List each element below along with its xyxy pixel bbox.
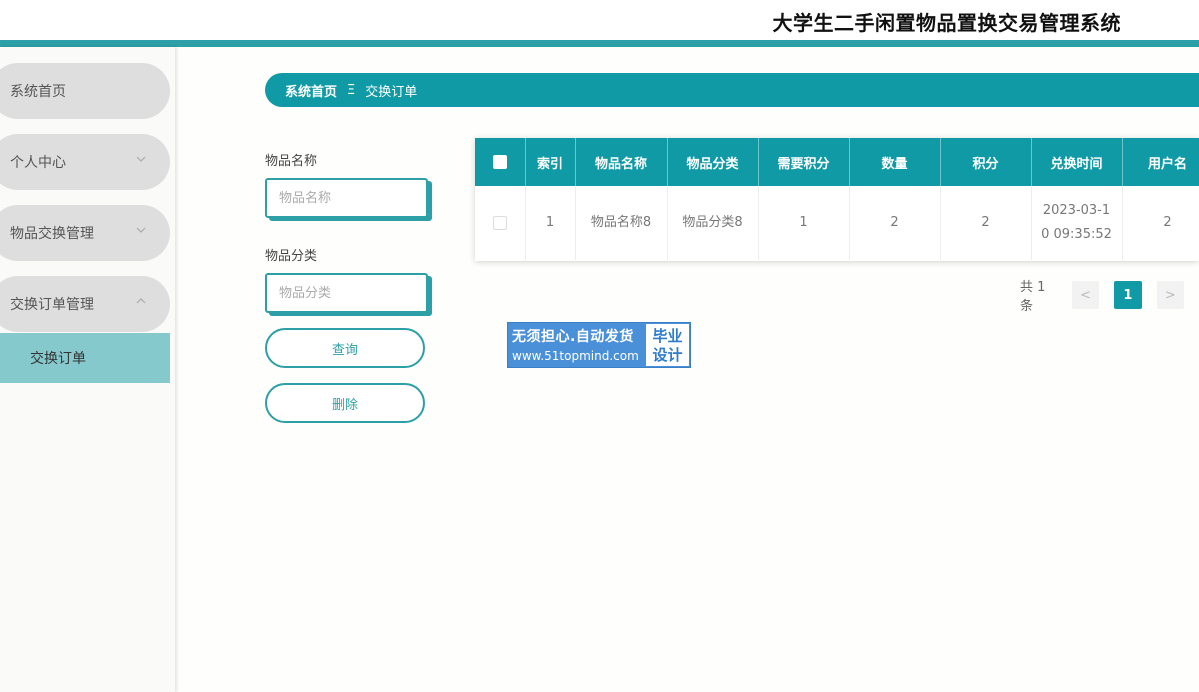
sidebar: 系统首页 个人中心 物品交换管理 交换订单管理 交换订单	[0, 47, 175, 692]
orders-table: 索引 物品名称 物品分类 需要积分 数量 积分 兑换时间 用户名 1 物品名称8…	[475, 138, 1199, 261]
chevron-down-icon	[134, 152, 148, 166]
column-header: 数量	[849, 138, 941, 186]
sidebar-item-order-management[interactable]: 交换订单管理	[0, 276, 170, 332]
query-button[interactable]: 查询	[265, 328, 425, 368]
select-all-checkbox[interactable]	[492, 155, 507, 169]
breadcrumb-separator-icon: Ξ	[347, 82, 356, 98]
watermark-badge-line1: 毕业	[652, 327, 683, 345]
sidebar-subitem-label: 交换订单	[30, 351, 86, 367]
table-cell: 2	[940, 186, 1032, 260]
column-header: 索引	[525, 138, 576, 186]
site-title: 大学生二手闲置物品置换交易管理系统	[772, 11, 1121, 35]
pagination-prev-button[interactable]: <	[1071, 281, 1100, 309]
delete-button[interactable]: 删除	[265, 383, 425, 423]
header: 大学生二手闲置物品置换交易管理系统	[0, 0, 1199, 40]
column-header: 物品分类	[667, 138, 759, 186]
chevron-up-icon	[134, 294, 148, 308]
breadcrumb-home[interactable]: 系统首页	[285, 81, 337, 100]
row-checkbox[interactable]	[492, 215, 507, 230]
category-search-input[interactable]	[265, 273, 428, 313]
header-accent-bar	[0, 40, 1199, 47]
table-cell: 1	[525, 186, 576, 260]
watermark-text: 无须担心.自动发货 www.51topmind.com	[508, 323, 645, 367]
pagination-page-button[interactable]: 1	[1114, 281, 1142, 309]
breadcrumb: 系统首页 Ξ 交换订单	[265, 73, 1199, 107]
pagination-total: 共 1 条	[1020, 280, 1046, 314]
table-row: 1 物品名称8 物品分类8 1 2 2 2023-03-10 09:35:52 …	[475, 186, 1199, 260]
sidebar-item-item-exchange[interactable]: 物品交换管理	[0, 205, 170, 261]
watermark-line1: 无须担心.自动发货	[512, 329, 634, 345]
table-cell: 1	[758, 186, 850, 260]
row-select-cell	[475, 186, 526, 260]
column-header: 积分	[940, 138, 1032, 186]
table-header-row: 索引 物品名称 物品分类 需要积分 数量 积分 兑换时间 用户名	[475, 138, 1199, 186]
name-search-input[interactable]	[265, 178, 428, 218]
sidebar-item-label: 系统首页	[10, 84, 66, 100]
sidebar-item-home[interactable]: 系统首页	[0, 63, 170, 119]
column-header: 兑换时间	[1031, 138, 1123, 186]
table-cell: 物品名称8	[575, 186, 668, 260]
category-field-label: 物品分类	[265, 249, 318, 264]
table-cell: 物品分类8	[667, 186, 759, 260]
watermark-banner: 无须担心.自动发货 www.51topmind.com 毕业 设计	[507, 322, 691, 368]
table-cell: 2	[1122, 186, 1199, 260]
name-field-label: 物品名称	[265, 154, 318, 169]
table-cell: 2023-03-10 09:35:52	[1031, 186, 1123, 260]
watermark-badge: 毕业 设计	[646, 324, 689, 366]
chevron-down-icon	[134, 223, 148, 237]
breadcrumb-current: 交换订单	[365, 84, 418, 100]
sidebar-item-label: 个人中心	[10, 155, 66, 171]
watermark-badge-line2: 设计	[652, 346, 683, 364]
column-header: 需要积分	[758, 138, 850, 186]
column-header: 物品名称	[575, 138, 668, 186]
pagination: 共 1 条 < 1 >	[1020, 280, 1199, 314]
sidebar-item-personal-center[interactable]: 个人中心	[0, 134, 170, 190]
sidebar-item-label: 物品交换管理	[10, 226, 94, 242]
watermark-line2: www.51topmind.com	[512, 349, 639, 363]
sidebar-item-label: 交换订单管理	[10, 297, 94, 313]
select-all-cell	[475, 138, 526, 186]
pagination-next-button[interactable]: >	[1156, 281, 1185, 309]
table-cell: 2	[849, 186, 941, 260]
sidebar-subitem-exchange-orders[interactable]: 交换订单	[0, 333, 170, 383]
column-header: 用户名	[1122, 138, 1199, 186]
